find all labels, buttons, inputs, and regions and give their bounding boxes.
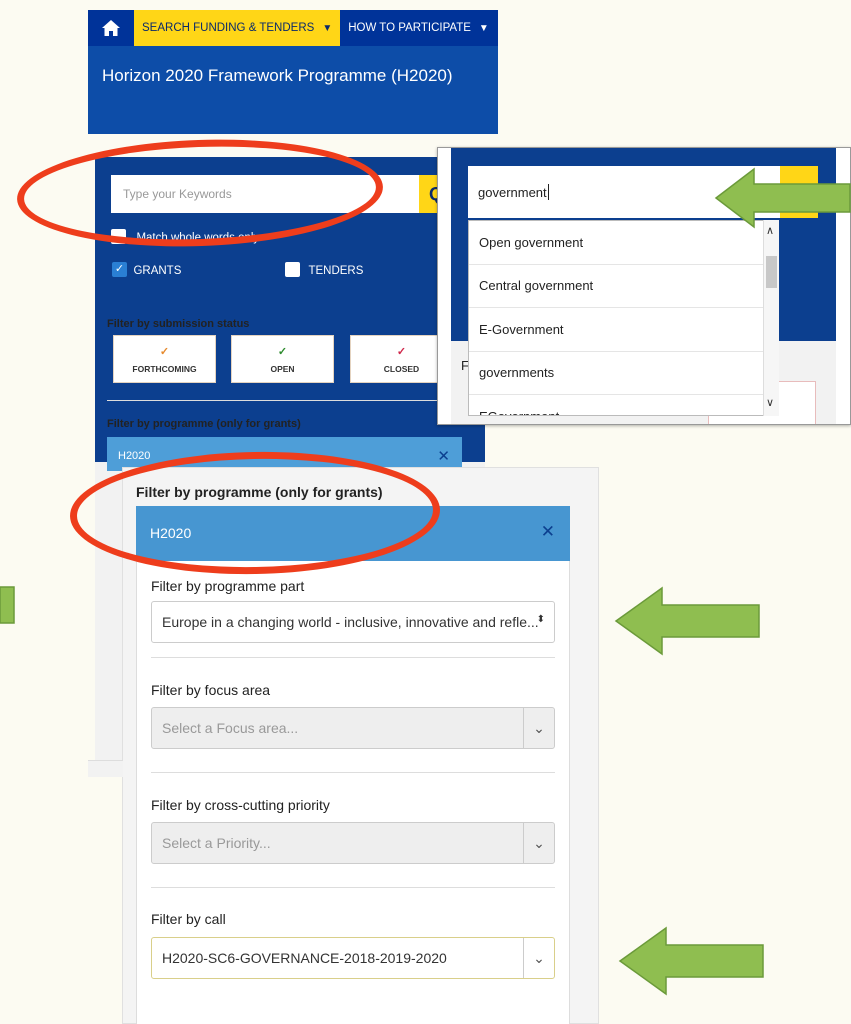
green-arrow-left <box>714 167 851 229</box>
divider <box>107 400 472 401</box>
nav-search-funding-label: SEARCH FUNDING & TENDERS <box>142 22 315 34</box>
close-icon[interactable]: ✕ <box>437 447 450 465</box>
home-icon <box>102 20 120 36</box>
call-value: H2020-SC6-GOVERNANCE-2018-2019-2020 <box>162 950 447 966</box>
focus-area-select[interactable]: Select a Focus area... ⌄ <box>151 707 555 749</box>
divider <box>151 887 555 888</box>
text-cursor <box>547 184 549 200</box>
caret-down-icon: ▼ <box>322 22 333 34</box>
programme-part-select[interactable]: Europe in a changing world - inclusive, … <box>151 601 555 643</box>
suggestion-item[interactable]: governments <box>469 352 777 395</box>
programme-part-value: Europe in a changing world - inclusive, … <box>162 614 539 630</box>
scrollbar-thumb[interactable] <box>766 256 777 288</box>
programme-value-small: H2020 <box>118 450 151 462</box>
green-arrow-left <box>618 926 764 996</box>
status-closed-label: CLOSED <box>383 363 420 374</box>
divider <box>151 772 555 773</box>
keyword-query: government <box>478 184 547 200</box>
suggestion-list: Open government Central government E-Gov… <box>468 220 778 416</box>
home-button[interactable] <box>88 10 134 46</box>
priority-placeholder: Select a Priority... <box>162 835 271 851</box>
programme-part-label: Filter by programme part <box>151 578 305 594</box>
submission-status-label: Filter by submission status <box>107 318 250 330</box>
tenders-option[interactable]: TENDERS <box>285 261 363 279</box>
status-open-label: OPEN <box>270 363 295 374</box>
chevron-down-icon: ⌄ <box>523 823 554 863</box>
suggestion-scrollbar[interactable]: ∧ ∨ <box>763 220 779 416</box>
priority-label: Filter by cross-cutting priority <box>151 797 330 813</box>
check-icon: ✓ <box>159 345 170 358</box>
grants-option[interactable]: ✓ GRANTS <box>112 261 181 279</box>
nav-how-to-participate[interactable]: HOW TO PARTICIPATE ▼ <box>340 10 497 46</box>
page-title: Horizon 2020 Framework Programme (H2020) <box>102 66 453 85</box>
green-arrow-left <box>614 586 760 656</box>
panel-edge <box>88 760 123 777</box>
check-icon: ✓ <box>396 345 407 358</box>
divider <box>151 657 555 658</box>
focus-area-placeholder: Select a Focus area... <box>162 720 299 736</box>
tenders-checkbox[interactable] <box>285 262 300 278</box>
nav-bar: SEARCH FUNDING & TENDERS ▼ HOW TO PARTIC… <box>88 10 498 46</box>
programme-filter-label-small: Filter by programme (only for grants) <box>107 418 301 430</box>
chevron-down-icon: ⌄ <box>523 938 554 978</box>
status-open[interactable]: ✓ OPEN <box>231 335 334 383</box>
suggestion-item[interactable]: EGovernment <box>469 395 777 415</box>
caret-down-icon: ▼ <box>478 22 489 34</box>
suggestion-item[interactable]: E-Government <box>469 308 777 352</box>
check-icon: ✓ <box>277 345 288 358</box>
close-icon[interactable]: ✕ <box>541 522 555 542</box>
tenders-label: TENDERS <box>308 265 364 277</box>
grants-label: GRANTS <box>133 265 182 277</box>
nav-search-funding[interactable]: SEARCH FUNDING & TENDERS ▼ <box>134 10 341 46</box>
focus-area-label: Filter by focus area <box>151 682 271 698</box>
chevron-down-icon: ⌄ <box>523 708 554 748</box>
status-forthcoming-label: FORTHCOMING <box>132 363 197 374</box>
call-select[interactable]: H2020-SC6-GOVERNANCE-2018-2019-2020 ⌄ <box>151 937 555 979</box>
priority-select[interactable]: Select a Priority... ⌄ <box>151 822 555 864</box>
chevron-down-icon[interactable]: ∨ <box>766 396 774 409</box>
status-forthcoming[interactable]: ✓ FORTHCOMING <box>113 335 216 383</box>
nav-how-to-participate-label: HOW TO PARTICIPATE <box>348 22 471 34</box>
grants-checkbox[interactable]: ✓ <box>112 262 127 278</box>
call-label: Filter by call <box>151 911 226 927</box>
suggestion-item[interactable]: Central government <box>469 265 777 308</box>
site-header: SEARCH FUNDING & TENDERS ▼ HOW TO PARTIC… <box>88 10 498 134</box>
green-arrow-partial <box>0 586 15 624</box>
updown-icon: ⬍ <box>536 614 545 625</box>
